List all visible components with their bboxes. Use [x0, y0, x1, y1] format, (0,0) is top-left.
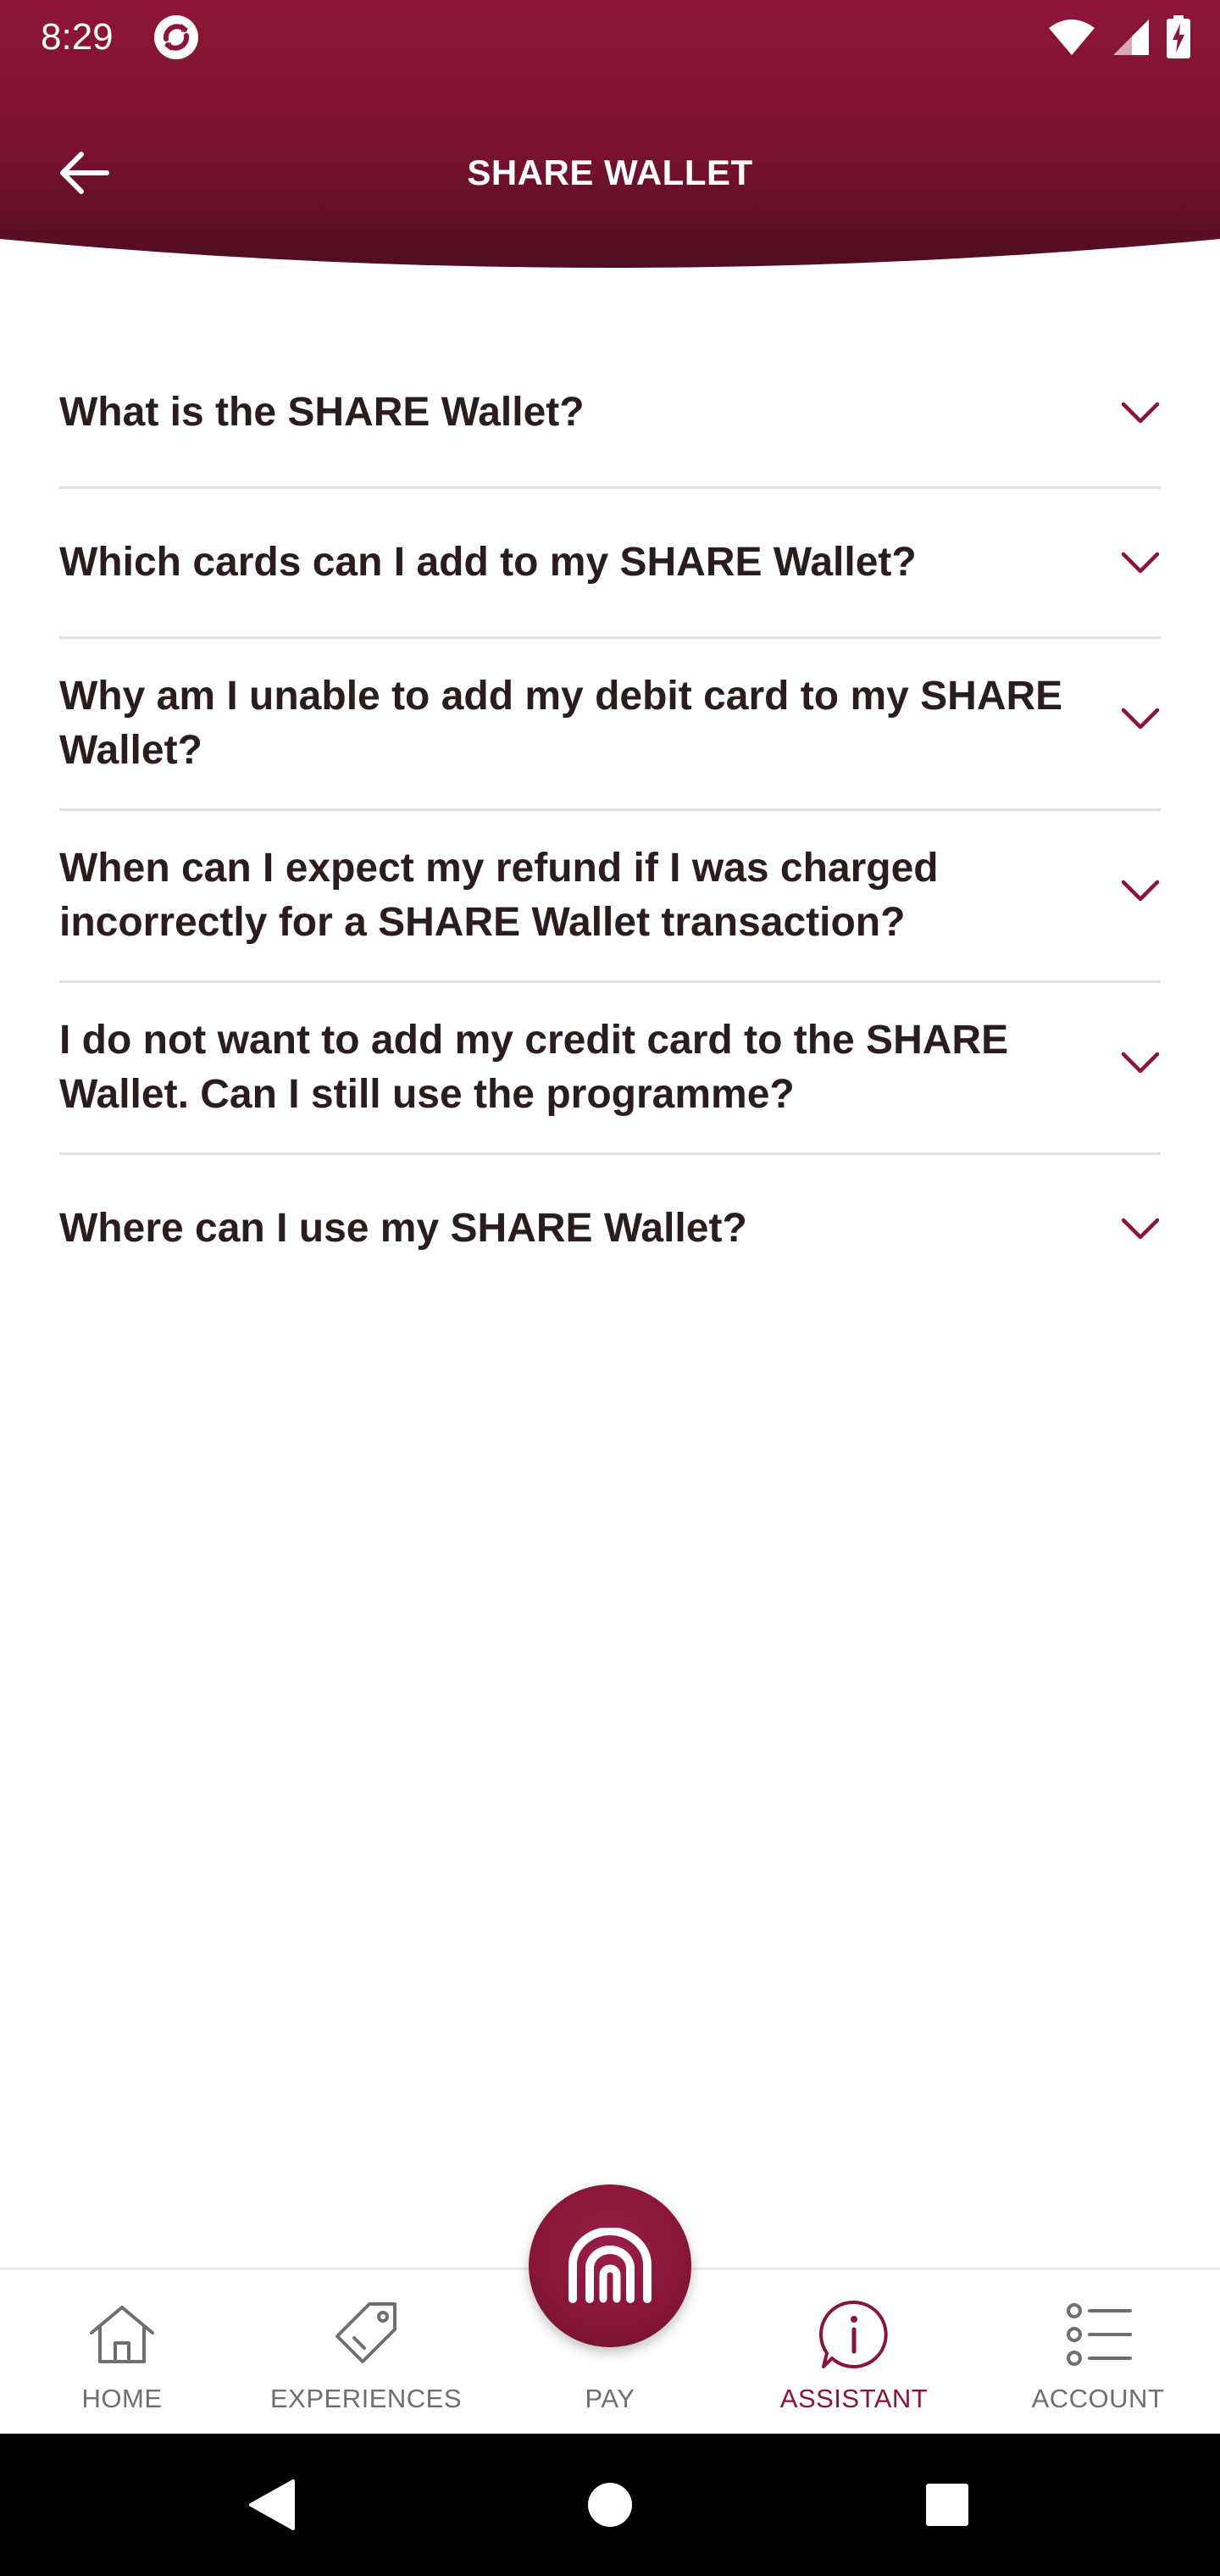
page-title: SHARE WALLET [467, 153, 753, 192]
nav-assistant[interactable]: ASSISTANT [732, 2270, 976, 2436]
system-recents-button[interactable] [913, 2471, 981, 2539]
faq-question: Why am I unable to add my debit card to … [59, 674, 1063, 773]
tag-icon [336, 2302, 396, 2363]
nav-label: PAY [585, 2384, 635, 2413]
recents-square-icon [926, 2484, 968, 2526]
faq-item[interactable]: What is the SHARE Wallet? [59, 339, 1161, 489]
sync-app-icon [154, 15, 198, 59]
nav-account[interactable]: ACCOUNT [976, 2270, 1220, 2436]
system-home-button[interactable] [576, 2471, 644, 2539]
home-icon [90, 2306, 154, 2363]
app-header: 8:29 SHARE WALLET [0, 0, 1220, 271]
faq-item[interactable]: Where can I use my SHARE Wallet? [59, 1155, 1161, 1302]
faq-question: Which cards can I add to my SHARE Wallet… [59, 540, 917, 585]
nav-label: ASSISTANT [779, 2384, 929, 2413]
info-chat-icon [818, 2300, 888, 2368]
system-navigation-bar [0, 2434, 1220, 2576]
back-triangle-icon [249, 2479, 295, 2530]
chevron-down-icon [1121, 552, 1160, 574]
chevron-down-icon [1121, 402, 1160, 424]
pay-button[interactable] [529, 2185, 691, 2347]
faq-item[interactable]: I do not want to add my credit card to t… [59, 983, 1161, 1155]
wifi-icon [1049, 19, 1095, 55]
nav-label: EXPERIENCES [269, 2384, 462, 2413]
faq-question: Where can I use my SHARE Wallet? [59, 1206, 747, 1251]
status-bar: 8:29 [0, 0, 1220, 75]
faq-item[interactable]: When can I expect my refund if I was cha… [59, 811, 1161, 983]
status-time: 8:29 [41, 16, 114, 58]
chevron-down-icon [1121, 1218, 1160, 1240]
status-icons [1047, 15, 1191, 59]
nav-experiences[interactable]: EXPERIENCES [244, 2270, 488, 2436]
faq-question: What is the SHARE Wallet? [59, 390, 585, 435]
chevron-down-icon [1121, 708, 1160, 730]
faq-question: I do not want to add my credit card to t… [59, 1018, 1009, 1117]
nav-home[interactable]: HOME [0, 2270, 244, 2436]
share-wallet-screen: 8:29 SHARE WALLET What is the SHARE Wall… [0, 0, 1220, 2576]
system-back-button[interactable] [237, 2471, 305, 2539]
nav-label: ACCOUNT [1031, 2384, 1165, 2413]
nav-label: HOME [81, 2384, 163, 2413]
battery-charging-icon [1167, 15, 1190, 58]
chevron-down-icon [1121, 1052, 1160, 1074]
chevron-down-icon [1121, 880, 1160, 902]
signal-icon [1113, 19, 1149, 55]
list-icon [1067, 2303, 1132, 2366]
home-circle-icon [588, 2483, 632, 2527]
faq-list: What is the SHARE Wallet? Which cards ca… [59, 339, 1161, 1302]
faq-item[interactable]: Why am I unable to add my debit card to … [59, 639, 1161, 811]
faq-question: When can I expect my refund if I was cha… [59, 846, 939, 945]
pay-logo-icon [568, 2228, 652, 2303]
faq-item[interactable]: Which cards can I add to my SHARE Wallet… [59, 489, 1161, 639]
